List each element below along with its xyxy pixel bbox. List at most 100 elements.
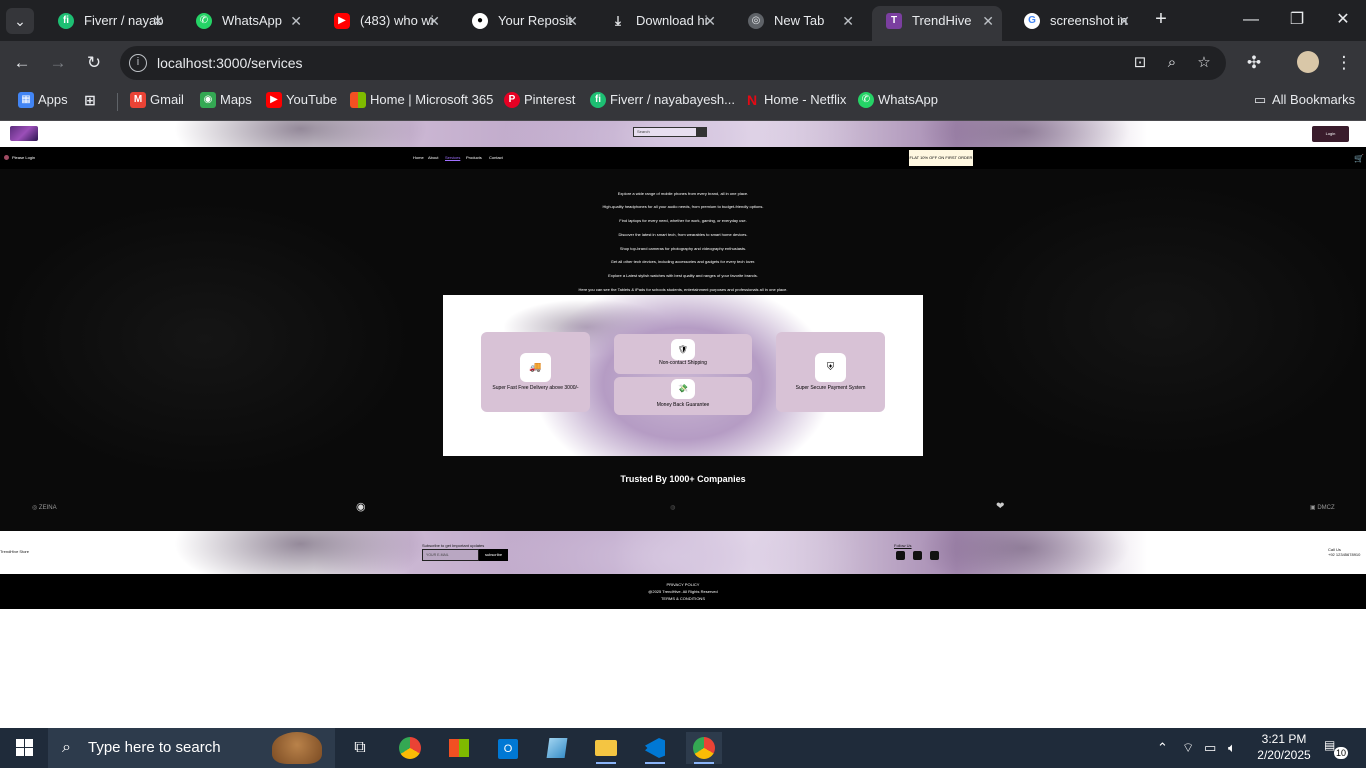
wifi-icon[interactable]: ⌔ <box>1182 728 1194 768</box>
profile-avatar[interactable] <box>1297 51 1319 73</box>
site-info-icon[interactable]: i <box>129 54 147 72</box>
bookmark-grid[interactable]: ⊞ <box>82 85 100 115</box>
bookmark-fiverr[interactable]: fi Fiverr / nayabayesh... <box>590 85 735 115</box>
restore-icon[interactable]: ❐ <box>1282 8 1312 32</box>
nav-services[interactable]: Services <box>445 155 460 160</box>
bookmark-netflix[interactable]: N Home - Netflix <box>744 85 846 115</box>
close-tab-icon[interactable]: ✕ <box>982 6 994 36</box>
brand-name: ZEINA <box>38 505 57 511</box>
vscode-icon[interactable] <box>637 732 673 764</box>
tab-github[interactable]: ● Your Reposit ✕ <box>458 6 586 36</box>
volume-icon[interactable]: 🔈︎ <box>1228 728 1236 768</box>
follow-us-label: Follow Us <box>894 543 912 548</box>
login-button[interactable]: Login <box>1312 126 1349 142</box>
instagram-icon[interactable] <box>913 551 922 560</box>
store-name: TrendHive Store <box>0 549 29 554</box>
clock[interactable]: 3:21 PM 2/20/2025 <box>1252 731 1316 763</box>
tab-google[interactable]: G screenshot in ✕ <box>1010 6 1138 36</box>
windows-start-icon[interactable] <box>16 739 33 756</box>
menu-icon[interactable]: ⋮ <box>1332 51 1356 75</box>
bookmark-pinterest[interactable]: P Pinterest <box>504 85 575 115</box>
tab-trendhive[interactable]: T TrendHive ✕ <box>872 6 1002 41</box>
gmail-icon: M <box>130 92 146 108</box>
search-highlight-muffin-icon[interactable] <box>272 732 322 764</box>
trendhive-logo[interactable] <box>10 126 38 141</box>
forward-icon[interactable]: → <box>46 51 70 75</box>
outlook-icon[interactable]: O <box>490 732 526 764</box>
nav-products[interactable]: Products <box>466 155 482 160</box>
netflix-icon: N <box>746 92 758 108</box>
service-card-delivery: 🚚 Super Fast Free Delivery above 3000/- <box>481 332 590 412</box>
maps-icon: ◉ <box>200 92 216 108</box>
close-tab-icon[interactable]: ✕ <box>428 6 440 36</box>
site-search-input[interactable]: Search <box>633 127 697 137</box>
bookmark-whatsapp[interactable]: ✆ WhatsApp <box>858 85 938 115</box>
show-hidden-icons-icon[interactable]: ⌃ <box>1157 728 1168 768</box>
close-tab-icon[interactable]: ✕ <box>566 6 578 36</box>
tab-search-dropdown-icon[interactable]: ⌄ <box>6 8 34 34</box>
tab-whatsapp[interactable]: ✆ WhatsApp ✕ <box>182 6 310 36</box>
bookmark-youtube[interactable]: ▶ YouTube <box>266 85 337 115</box>
bookmark-label: Gmail <box>150 92 184 107</box>
cart-icon[interactable]: 🛒 <box>1354 154 1364 163</box>
notification-center-icon[interactable]: ▤ 10 <box>1324 738 1348 759</box>
close-tab-icon[interactable]: ✕ <box>290 6 302 36</box>
truck-icon: 🚚 <box>520 353 551 382</box>
subscribe-button[interactable]: subscribe <box>479 549 508 561</box>
all-bookmarks[interactable]: ▭ All Bookmarks <box>1252 85 1355 115</box>
close-tab-icon[interactable]: ✕ <box>842 6 854 36</box>
store-icon[interactable] <box>441 732 477 764</box>
please-login-label: Please Login <box>12 155 36 160</box>
chrome-active-icon[interactable] <box>686 732 722 764</box>
nav-home[interactable]: Home <box>413 155 424 160</box>
call-number[interactable]: +92 12345678910 <box>1328 552 1360 557</box>
service-card-payment: ⛨ Super Secure Payment System <box>776 332 885 412</box>
file-explorer-icon[interactable] <box>588 732 624 764</box>
nav-about[interactable]: About <box>428 155 438 160</box>
back-icon[interactable]: ← <box>10 51 34 75</box>
login-label: Login <box>1325 131 1336 136</box>
brand-logo-zeina: ◎ ZEINA <box>32 505 57 511</box>
privacy-policy-link[interactable]: PRIVACY POLICY <box>0 582 1366 587</box>
service-card-shipping: 🛡 Non-contact Shipping <box>614 334 752 374</box>
tab-download[interactable]: ⤓ Download hi ✕ <box>596 6 724 36</box>
bookmark-label: Pinterest <box>524 92 576 107</box>
close-window-icon[interactable]: ✕ <box>1328 8 1358 32</box>
bookmark-maps[interactable]: ◉ Maps <box>200 85 252 115</box>
tab-fiverr[interactable]: fi Fiverr / nayab ✕ <box>44 6 172 36</box>
extensions-icon[interactable]: ✣ <box>1242 51 1266 75</box>
battery-icon[interactable]: ▭ <box>1204 728 1216 768</box>
address-bar[interactable]: i localhost:3000/services ⊡ ⌕ ☆ <box>120 46 1226 80</box>
service-label: Non-contact Shipping <box>659 360 707 366</box>
search-icon: ⌕ <box>62 739 71 756</box>
site-header: Search Login <box>0 121 1366 147</box>
tab-new-tab[interactable]: ◎ New Tab ✕ <box>734 6 862 36</box>
clock-time: 3:21 PM <box>1261 732 1307 746</box>
bookmark-gmail[interactable]: M Gmail <box>130 85 184 115</box>
close-tab-icon[interactable]: ✕ <box>152 6 164 36</box>
site-search-button[interactable] <box>697 127 707 137</box>
install-app-icon[interactable]: ⊡ <box>1130 54 1150 72</box>
close-tab-icon[interactable]: ✕ <box>704 6 716 36</box>
email-field[interactable]: YOUR E-MAIL <box>422 549 479 561</box>
minimize-icon[interactable]: — <box>1236 8 1266 32</box>
chrome-taskbar-icon[interactable] <box>392 732 428 764</box>
nav-contact[interactable]: Contact <box>489 155 503 160</box>
discord-icon[interactable] <box>896 551 905 560</box>
close-tab-icon[interactable]: ✕ <box>1118 6 1130 36</box>
bookmark-apps[interactable]: ▦ Apps <box>18 85 68 115</box>
tab-strip: ⌄ fi Fiverr / nayab ✕ ✆ WhatsApp ✕ ▶ (48… <box>0 0 1366 41</box>
tab-youtube[interactable]: ▶ (483) who wi ✕ <box>320 6 448 36</box>
app-icon[interactable] <box>539 732 575 764</box>
bookmark-microsoft365[interactable]: Home | Microsoft 365 <box>350 85 493 115</box>
fiverr-icon: fi <box>58 13 74 29</box>
bookmark-star-icon[interactable]: ☆ <box>1194 54 1214 72</box>
please-login[interactable]: Please Login <box>4 155 36 161</box>
zoom-icon[interactable]: ⌕ <box>1162 54 1182 72</box>
terms-link[interactable]: TERMS & CONDITIONS <box>0 596 1366 601</box>
youtube-icon[interactable] <box>930 551 939 560</box>
url-text[interactable]: localhost:3000/services <box>157 46 303 80</box>
task-view-icon[interactable]: ⧉ <box>342 732 378 764</box>
reload-icon[interactable]: ↻ <box>82 51 106 75</box>
new-tab-button[interactable]: + <box>1150 8 1172 32</box>
